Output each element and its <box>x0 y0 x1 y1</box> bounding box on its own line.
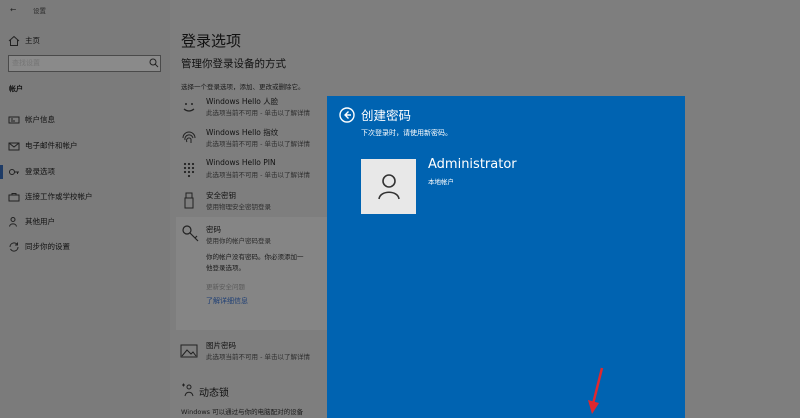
sidebar-item-label: 帐户信息 <box>25 115 55 124</box>
sidebar: ← 设置 主页 帐户 帐户信息 电子邮件和帐户 登录选项 连接工作或学校帐户 其… <box>0 0 170 418</box>
intro-text: 选择一个登录选项，添加、更改或删除它。 <box>181 83 305 91</box>
sidebar-item-home[interactable]: 主页 <box>0 31 170 53</box>
briefcase-icon <box>8 193 20 202</box>
option-pin[interactable]: Windows Hello PIN 此选项当前不可用 - 单击以了解详情 <box>180 158 330 182</box>
option-title: Windows Hello 人脸 <box>206 97 279 106</box>
create-password-dialog: 创建密码 下次登录时，请使用新密码。 Administrator 本地帐户 <box>327 96 685 418</box>
learn-more-link[interactable]: 了解详细信息 <box>206 296 248 306</box>
pin-keypad-icon <box>183 162 195 178</box>
fingerprint-icon <box>182 131 196 143</box>
search-icon[interactable] <box>149 58 159 68</box>
password-key-icon <box>182 225 199 242</box>
back-circle-icon[interactable] <box>339 107 355 123</box>
sidebar-item-work-school[interactable]: 连接工作或学校帐户 <box>0 187 170 209</box>
dynamic-lock-title: 动态锁 <box>199 388 229 399</box>
page-subtitle: 管理你登录设备的方式 <box>181 58 286 70</box>
dynamic-lock-desc: Windows 可以通过与你的电脑配对的设备 <box>181 408 304 416</box>
sidebar-item-sync[interactable]: 同步你的设置 <box>0 237 170 259</box>
sidebar-item-account-info[interactable]: 帐户信息 <box>0 110 170 132</box>
password-desc-1: 你的帐户没有密码。你必须添加一 <box>206 253 304 261</box>
account-name: Administrator <box>428 157 517 172</box>
search-input[interactable] <box>12 57 140 69</box>
password-subtitle: 使用你的帐户密码登录 <box>206 237 271 245</box>
option-picture-password[interactable]: 图片密码 此选项当前不可用 - 单击以了解详情 <box>180 340 330 364</box>
sidebar-item-label: 主页 <box>25 36 40 45</box>
selection-indicator <box>0 165 3 179</box>
dialog-subtitle: 下次登录时，请使用新密码。 <box>361 129 452 137</box>
home-icon <box>8 35 20 46</box>
option-face[interactable]: Windows Hello 人脸 此选项当前不可用 - 单击以了解详情 <box>180 96 330 120</box>
dynamic-lock-icon <box>182 383 194 397</box>
sidebar-item-label: 其他用户 <box>25 217 55 226</box>
dialog-title: 创建密码 <box>361 108 412 123</box>
search-box[interactable] <box>8 55 161 72</box>
user-avatar-icon <box>378 174 400 200</box>
option-subtitle: 使用物理安全密钥登录 <box>206 203 271 211</box>
sidebar-item-label: 连接工作或学校帐户 <box>25 192 93 201</box>
sidebar-item-label: 登录选项 <box>25 167 55 176</box>
face-icon <box>183 103 195 112</box>
sidebar-item-email[interactable]: 电子邮件和帐户 <box>0 136 170 158</box>
page-title: 登录选项 <box>181 32 242 50</box>
sync-icon <box>9 242 19 252</box>
option-fingerprint[interactable]: Windows Hello 指纹 此选项当前不可用 - 单击以了解详情 <box>180 127 330 151</box>
usb-key-icon <box>184 192 194 209</box>
back-arrow-icon[interactable]: ← <box>10 5 16 14</box>
sidebar-item-other-users[interactable]: 其他用户 <box>0 212 170 234</box>
person-card-icon <box>8 116 20 124</box>
sidebar-item-label: 电子邮件和帐户 <box>25 141 78 150</box>
avatar <box>361 159 416 214</box>
update-security-questions-link: 更新安全问题 <box>206 283 245 291</box>
password-desc-2: 他登录选项。 <box>206 264 245 272</box>
person-add-icon <box>9 217 17 227</box>
option-title: 安全密钥 <box>206 191 236 200</box>
option-security-key[interactable]: 安全密钥 使用物理安全密钥登录 <box>180 190 330 214</box>
option-title: Windows Hello PIN <box>206 158 276 167</box>
sidebar-item-label: 同步你的设置 <box>25 242 70 251</box>
section-label: 帐户 <box>9 85 23 93</box>
mail-icon <box>8 142 20 151</box>
key-icon <box>9 169 19 175</box>
password-title: 密码 <box>206 225 221 234</box>
account-type: 本地帐户 <box>428 178 454 186</box>
option-title: Windows Hello 指纹 <box>206 128 279 137</box>
option-subtitle: 此选项当前不可用 - 单击以了解详情 <box>206 109 310 117</box>
picture-icon <box>180 344 198 358</box>
window-title: 设置 <box>33 7 46 15</box>
option-title: 图片密码 <box>206 341 236 350</box>
option-subtitle: 此选项当前不可用 - 单击以了解详情 <box>206 171 310 179</box>
option-subtitle: 此选项当前不可用 - 单击以了解详情 <box>206 353 310 361</box>
red-arrow-annotation-icon <box>588 367 604 414</box>
option-subtitle: 此选项当前不可用 - 单击以了解详情 <box>206 140 310 148</box>
sidebar-item-sign-in-options[interactable]: 登录选项 <box>0 162 170 184</box>
